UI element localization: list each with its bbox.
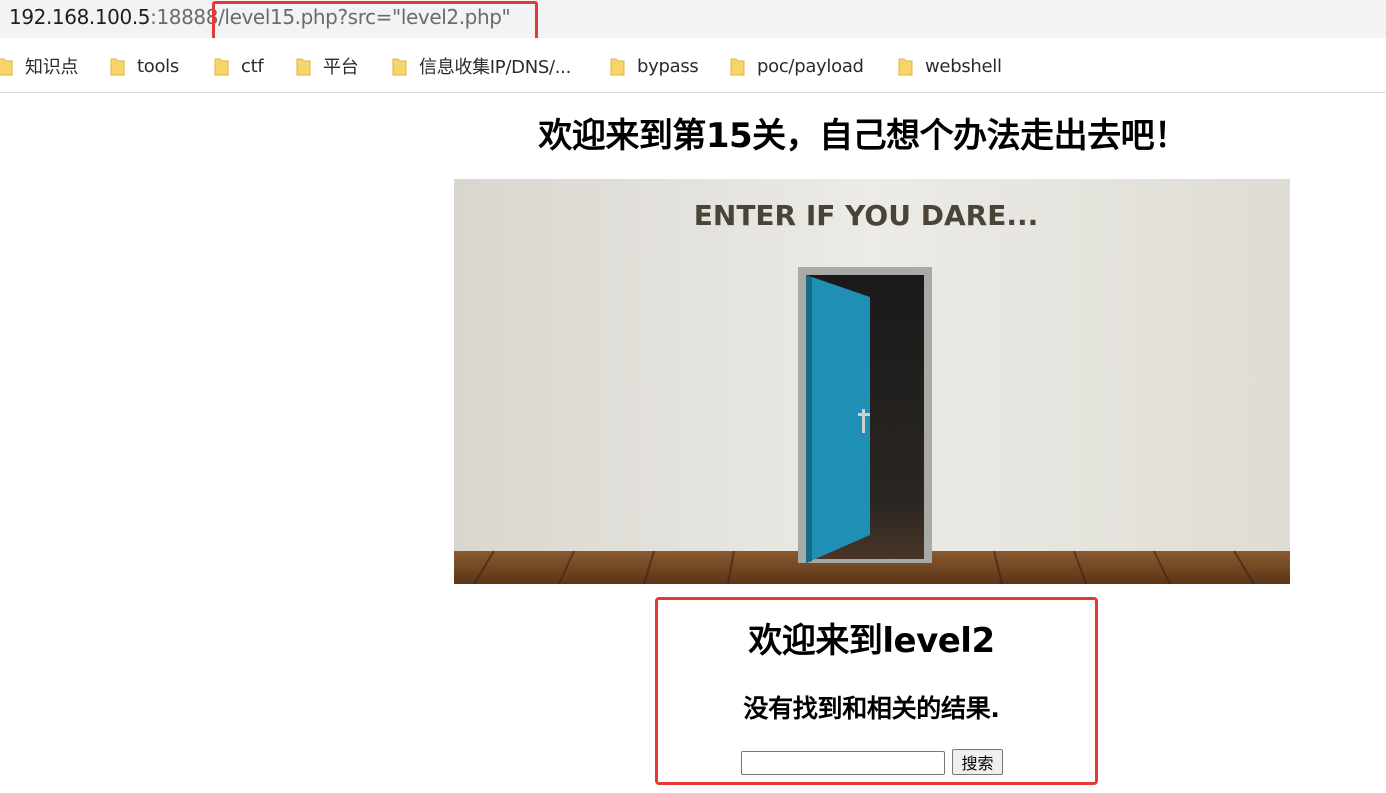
bookmarks-bar: 知识点 tools ctf 平台 信息收集IP/DNS/... bypass p… [0,38,1386,93]
door-image: ENTER IF YOU DARE... [454,179,1290,584]
url-port: :18888 [150,5,219,29]
folder-icon [730,57,745,76]
bookmark-ctf[interactable]: ctf [214,55,264,77]
url-highlight-box [212,1,538,42]
folder-icon [110,57,125,76]
folder-icon [898,57,913,76]
bookmark-info-gathering[interactable]: 信息收集IP/DNS/... [392,55,572,78]
bookmark-label: 平台 [323,57,359,78]
image-caption: ENTER IF YOU DARE... [694,199,1038,232]
folder-icon [214,57,229,76]
folder-icon [392,57,407,76]
bookmark-poc-payload[interactable]: poc/payload [730,55,864,77]
bookmark-label: poc/payload [757,55,864,77]
bookmark-pingtai[interactable]: 平台 [296,55,359,78]
frame-title: 欢迎来到level2 [748,621,995,661]
frame-result-message: 没有找到和相关的结果. [743,694,1000,723]
bookmark-label: tools [137,55,179,77]
search-input[interactable] [741,751,945,775]
bookmark-label: webshell [925,55,1002,77]
folder-icon [296,57,311,76]
bookmark-tools[interactable]: tools [110,55,179,77]
bookmark-webshell[interactable]: webshell [898,55,1002,77]
bookmark-label: ctf [241,55,264,77]
bookmark-bypass[interactable]: bypass [610,55,699,77]
bookmark-zhishidian[interactable]: 知识点 [0,55,79,78]
search-button[interactable]: 搜索 [952,749,1003,775]
folder-icon [0,57,13,76]
folder-icon [610,57,625,76]
bookmark-label: 信息收集IP/DNS/... [419,57,572,78]
page-title: 欢迎来到第15关，自己想个办法走出去吧！ [538,116,1188,156]
bookmark-label: 知识点 [25,57,79,78]
bookmark-label: bypass [637,55,699,77]
url-host: 192.168.100.5 [9,5,151,29]
address-bar[interactable]: 192.168.100.5:18888/level15.php?src="lev… [0,0,1386,38]
